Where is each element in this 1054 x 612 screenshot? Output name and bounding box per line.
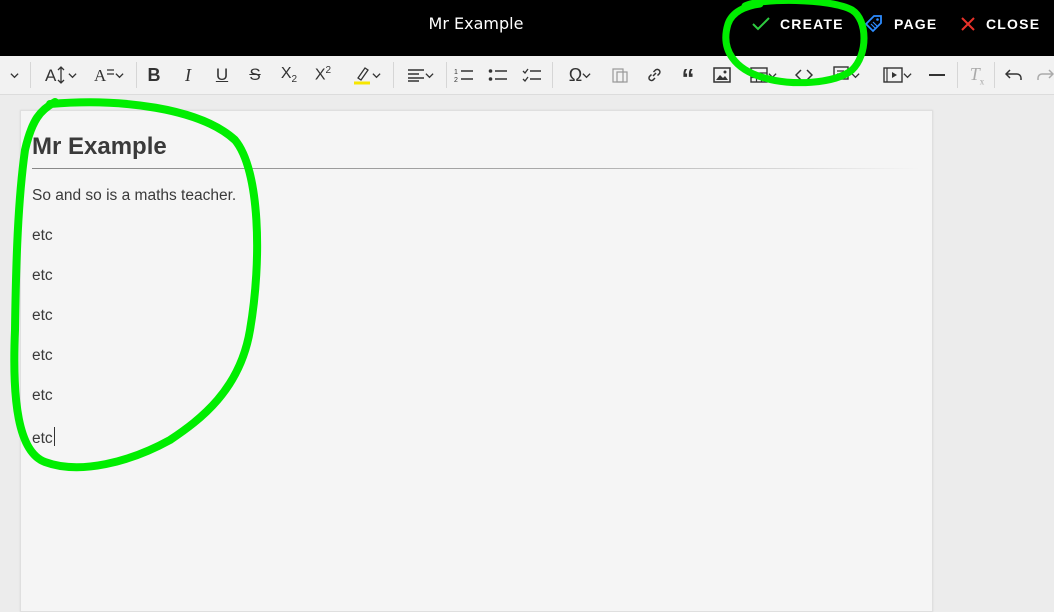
blockquote-icon: “	[681, 64, 695, 86]
horizontal-line-icon	[929, 74, 945, 76]
create-button[interactable]: CREATE	[752, 0, 844, 48]
paragraph[interactable]: etc	[32, 387, 53, 405]
paragraph-text: etc	[32, 430, 53, 447]
remove-format-button[interactable]: Tx	[965, 61, 989, 89]
editor-toolbar: A A B I U S X2 X2 1 2 Ω “ Tx	[0, 56, 1054, 95]
heading-dropdown[interactable]	[6, 61, 22, 89]
undo-icon	[1005, 69, 1022, 80]
special-characters-icon: Ω	[568, 64, 583, 85]
font-family-icon: A	[94, 66, 114, 84]
html-embed-icon	[832, 66, 849, 80]
image-button[interactable]	[711, 61, 733, 89]
document-page[interactable]: Mr Example So and so is a maths teacher.…	[20, 110, 933, 612]
tag-icon	[864, 15, 882, 33]
numbered-list-button[interactable]: 1 2	[452, 61, 476, 89]
paragraph[interactable]: So and so is a maths teacher.	[32, 187, 236, 205]
underline-icon: U	[215, 65, 229, 84]
text-cursor	[53, 427, 55, 446]
subscript-icon: X2	[280, 64, 298, 86]
underline-button[interactable]: U	[211, 61, 233, 89]
close-icon	[961, 17, 975, 31]
top-bar: Mr Example CREATE PAGE CLOSE	[0, 0, 1054, 56]
bold-icon: B	[147, 64, 161, 85]
superscript-icon: X2	[314, 65, 332, 84]
superscript-button[interactable]: X2	[312, 61, 334, 89]
bold-button[interactable]: B	[143, 61, 165, 89]
font-size-icon: A	[45, 66, 64, 84]
redo-button[interactable]	[1036, 61, 1054, 89]
chevron-down-icon	[582, 72, 591, 78]
todo-list-icon	[522, 68, 541, 82]
chevron-down-icon	[67, 72, 77, 78]
link-icon	[648, 68, 661, 82]
code-icon	[795, 69, 813, 81]
blockquote-button[interactable]: “	[677, 61, 699, 89]
align-icon	[407, 69, 424, 82]
chevron-down-icon	[767, 72, 777, 78]
subscript-button[interactable]: X2	[278, 61, 300, 89]
chevron-down-icon	[371, 72, 381, 78]
page-button-label: PAGE	[894, 16, 938, 32]
paragraph[interactable]: etc	[32, 227, 53, 245]
undo-button[interactable]	[1003, 61, 1025, 89]
remove-format-icon: Tx	[969, 63, 985, 87]
italic-button[interactable]: I	[177, 61, 199, 89]
strikethrough-icon: S	[249, 65, 261, 84]
checkmark-icon	[752, 17, 770, 31]
paste-from-office-button[interactable]	[609, 61, 631, 89]
paragraph[interactable]: etc	[32, 347, 53, 365]
svg-text:2: 2	[454, 77, 458, 83]
link-button[interactable]	[643, 61, 665, 89]
table-dropdown[interactable]	[745, 61, 781, 89]
media-embed-dropdown[interactable]	[876, 61, 918, 89]
html-embed-dropdown[interactable]	[826, 61, 866, 89]
special-characters-dropdown[interactable]: Ω	[560, 61, 600, 89]
chevron-down-icon	[114, 72, 124, 78]
media-embed-icon	[882, 67, 903, 83]
strikethrough-button[interactable]: S	[244, 61, 266, 89]
numbered-list-icon: 1 2	[454, 69, 473, 83]
redo-icon	[1037, 69, 1054, 80]
table-icon	[749, 67, 768, 83]
highlight-icon	[353, 67, 370, 85]
horizontal-line-button[interactable]	[926, 61, 948, 89]
todo-list-button[interactable]	[520, 61, 544, 89]
close-button-label: CLOSE	[986, 16, 1041, 32]
italic-icon: I	[185, 64, 191, 85]
chevron-down-icon	[424, 72, 434, 78]
chevron-down-icon	[9, 72, 19, 78]
document-heading[interactable]: Mr Example	[32, 133, 167, 161]
bulleted-list-icon	[488, 69, 507, 81]
code-button[interactable]	[793, 61, 815, 89]
align-dropdown[interactable]	[400, 61, 440, 89]
create-button-label: CREATE	[780, 16, 844, 32]
svg-text:1: 1	[454, 69, 458, 76]
svg-text:A: A	[45, 66, 57, 84]
svg-text:A: A	[94, 66, 107, 84]
image-icon	[713, 67, 731, 83]
paragraph-last[interactable]: etc	[32, 427, 55, 448]
paste-from-office-icon	[612, 68, 628, 83]
highlight-dropdown[interactable]	[345, 61, 387, 89]
paragraph[interactable]: etc	[32, 307, 53, 325]
page-button[interactable]: PAGE	[864, 0, 937, 48]
bulleted-list-button[interactable]	[486, 61, 510, 89]
paragraph[interactable]: etc	[32, 267, 53, 285]
font-family-dropdown[interactable]: A	[88, 61, 128, 89]
font-size-dropdown[interactable]: A	[40, 61, 80, 89]
heading-divider	[32, 168, 920, 169]
close-button[interactable]: CLOSE	[960, 0, 1040, 48]
chevron-down-icon	[850, 72, 860, 78]
chevron-down-icon	[902, 72, 912, 78]
